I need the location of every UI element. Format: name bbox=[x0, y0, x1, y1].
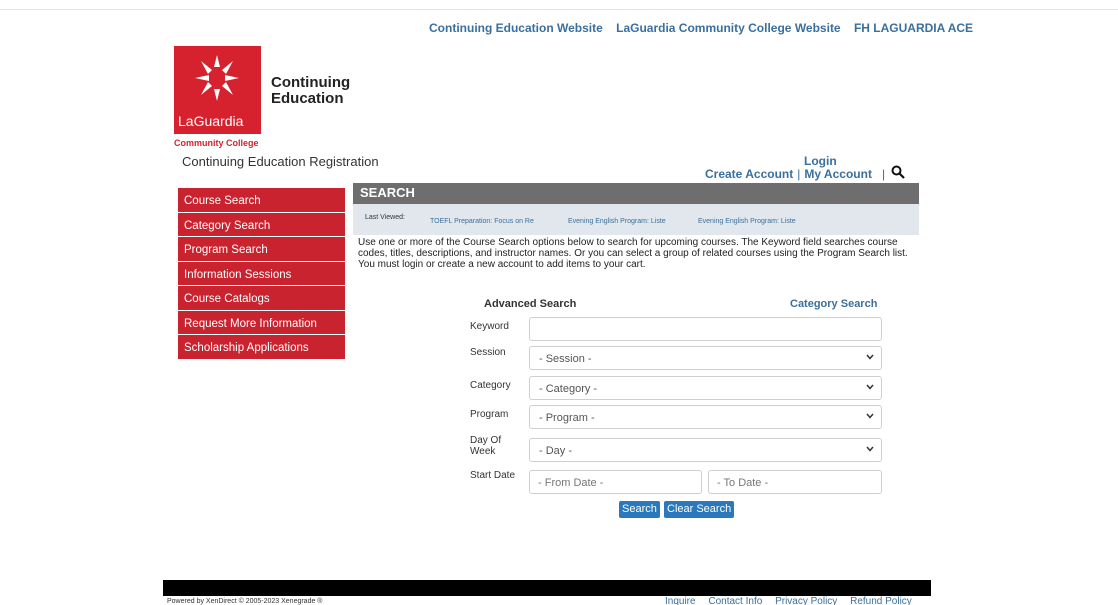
category-label: Category bbox=[470, 380, 511, 391]
top-links: Continuing Education Website LaGuardia C… bbox=[429, 21, 983, 35]
category-select-value: - Category - bbox=[539, 383, 598, 395]
fh-laguardia-ace-link[interactable]: FH LAGUARDIA ACE bbox=[854, 21, 973, 35]
last-viewed-label: Last Viewed: bbox=[365, 214, 405, 221]
program-select[interactable]: - Program - bbox=[529, 405, 882, 429]
sidebar-item-course-catalogs[interactable]: Course Catalogs bbox=[178, 286, 345, 311]
intro-text: Use one or more of the Course Search opt… bbox=[358, 237, 908, 270]
sidebar-item-category-search[interactable]: Category Search bbox=[178, 212, 345, 237]
advanced-search-title: Advanced Search bbox=[484, 298, 577, 310]
day-label-line1: Day Of bbox=[470, 435, 502, 446]
day-select[interactable]: - Day - bbox=[529, 438, 882, 462]
from-date-input[interactable]: - From Date - bbox=[529, 470, 702, 494]
continuing-education-website-link[interactable]: Continuing Education Website bbox=[429, 21, 603, 35]
sidebar-item-program-search[interactable]: Program Search bbox=[178, 237, 345, 262]
top-divider bbox=[0, 9, 1118, 10]
magnifier-icon[interactable] bbox=[891, 165, 905, 179]
chevron-down-icon bbox=[866, 384, 874, 390]
session-label: Session bbox=[470, 347, 506, 358]
keyword-label: Keyword bbox=[470, 321, 509, 332]
last-viewed-link[interactable]: Evening English Program: Liste bbox=[568, 218, 666, 225]
brand-title: Continuing Education bbox=[271, 75, 350, 107]
sidebar-item-scholarship[interactable]: Scholarship Applications bbox=[178, 335, 345, 360]
day-of-week-label: Day Of Week bbox=[470, 435, 501, 457]
separator: | bbox=[881, 167, 886, 181]
day-label-line2: Week bbox=[470, 446, 496, 457]
session-select[interactable]: - Session - bbox=[529, 346, 882, 370]
sidebar-item-request-info[interactable]: Request More Information bbox=[178, 310, 345, 335]
to-date-input[interactable]: - To Date - bbox=[708, 470, 882, 494]
category-select[interactable]: - Category - bbox=[529, 376, 882, 400]
chevron-down-icon bbox=[866, 354, 874, 360]
program-label: Program bbox=[470, 409, 509, 420]
site-title: Continuing Education Registration bbox=[182, 154, 379, 169]
keyword-input[interactable] bbox=[529, 317, 882, 341]
brand-title-line2: Education bbox=[271, 90, 344, 107]
last-viewed-link[interactable]: Evening English Program: Liste bbox=[698, 218, 796, 225]
laguardia-website-link[interactable]: LaGuardia Community College Website bbox=[616, 21, 840, 35]
last-viewed-link[interactable]: TOEFL Preparation: Focus on Re bbox=[430, 218, 534, 225]
clear-search-button[interactable]: Clear Search bbox=[664, 501, 735, 518]
separator: | bbox=[797, 167, 801, 181]
my-account-link[interactable]: My Account bbox=[804, 167, 872, 181]
sidebar-item-information-sessions[interactable]: Information Sessions bbox=[178, 261, 345, 286]
chevron-down-icon bbox=[866, 446, 874, 452]
logo-subtitle: Community College bbox=[174, 138, 259, 148]
chevron-down-icon bbox=[866, 413, 874, 419]
brand-title-line1: Continuing bbox=[271, 74, 351, 91]
session-select-value: - Session - bbox=[539, 353, 592, 365]
category-search-link[interactable]: Category Search bbox=[790, 298, 877, 310]
logo-word: LaGuardia bbox=[178, 113, 244, 129]
last-viewed-bar: Last Viewed: TOEFL Preparation: Focus on… bbox=[353, 204, 919, 235]
refund-policy-link[interactable]: Refund Policy bbox=[850, 596, 912, 605]
start-date-label: Start Date bbox=[470, 470, 516, 481]
footer-links: Inquire Contact Info Privacy Policy Refu… bbox=[665, 596, 922, 605]
account-row: Create Account | My Account | bbox=[705, 167, 889, 181]
program-select-value: - Program - bbox=[539, 412, 595, 424]
day-select-value: - Day - bbox=[539, 445, 572, 457]
login-link[interactable]: Login bbox=[804, 154, 837, 168]
inquire-link[interactable]: Inquire bbox=[665, 596, 696, 605]
create-account-link[interactable]: Create Account bbox=[705, 167, 793, 181]
contact-info-link[interactable]: Contact Info bbox=[708, 596, 762, 605]
sidebar-item-course-search[interactable]: Course Search bbox=[178, 188, 345, 213]
starburst-icon bbox=[195, 55, 239, 101]
laguardia-logo[interactable]: LaGuardia bbox=[174, 46, 261, 134]
search-header: SEARCH bbox=[353, 183, 919, 204]
footer-bar bbox=[163, 580, 931, 596]
privacy-policy-link[interactable]: Privacy Policy bbox=[775, 596, 837, 605]
sidebar-nav: Course Search Category Search Program Se… bbox=[178, 188, 345, 360]
powered-by: Powered by XenDirect © 2005-2023 Xenegra… bbox=[167, 598, 323, 605]
search-button[interactable]: Search bbox=[619, 501, 660, 518]
